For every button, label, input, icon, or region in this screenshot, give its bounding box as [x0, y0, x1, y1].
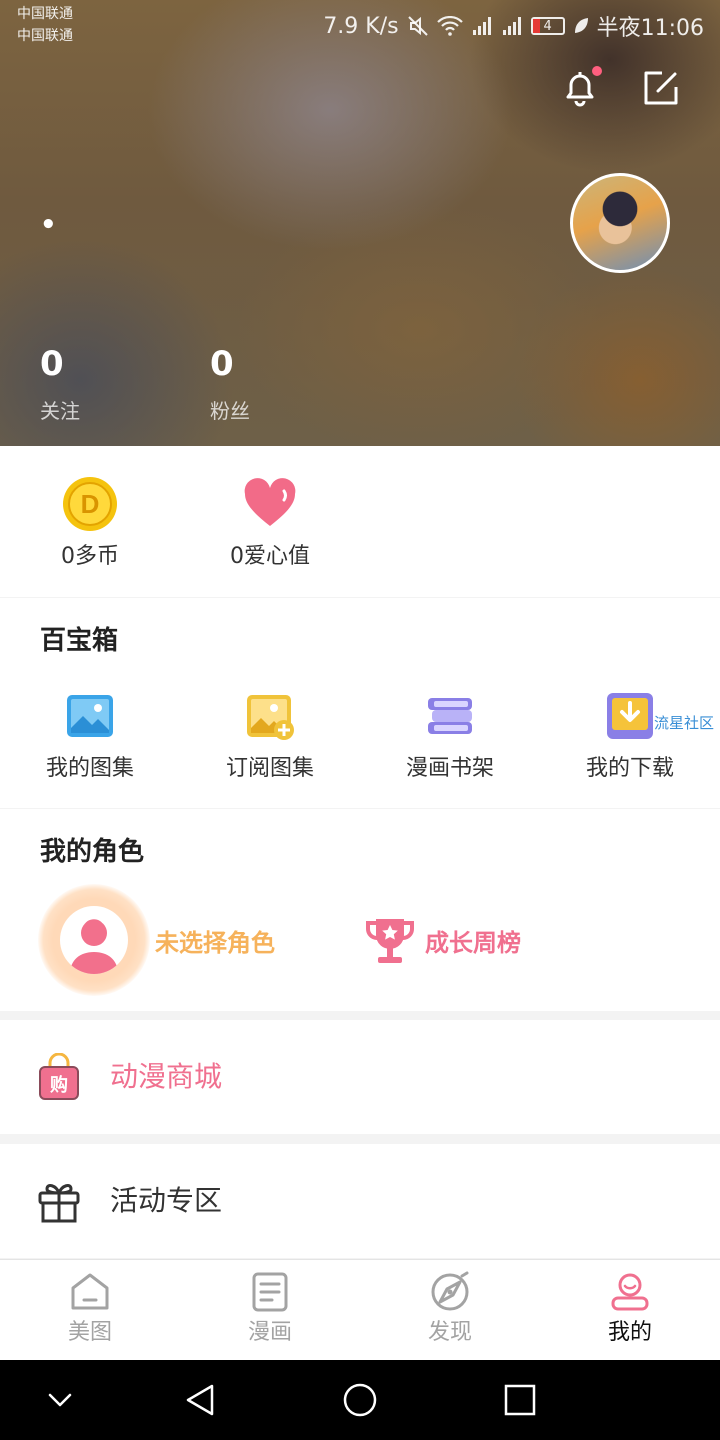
discover-icon — [428, 1270, 472, 1314]
role-avatar-icon[interactable] — [60, 906, 128, 974]
fans-count: 0 — [210, 344, 234, 384]
profile-icon — [608, 1270, 652, 1314]
nickname: • — [40, 210, 57, 240]
recent-apps-icon[interactable] — [500, 1380, 540, 1420]
trophy-icon[interactable] — [364, 913, 416, 969]
avatar[interactable] — [570, 173, 670, 273]
tab-discover-label: 发现 — [427, 1320, 472, 1345]
net-speed: 7.9 K/s — [323, 13, 399, 39]
comic-bookshelf-button[interactable]: 漫画书架 — [370, 690, 530, 784]
carrier-label: 中国联通 — [17, 6, 73, 22]
fans-stat[interactable]: 0 粉丝 — [210, 342, 250, 426]
my-downloads-button[interactable]: 我的下载 — [550, 690, 710, 784]
edit-profile-icon[interactable] — [638, 66, 682, 110]
following-stat[interactable]: 0 关注 — [40, 342, 80, 426]
my-roles-section: 我的角色 未选择角色 成长周榜 — [0, 809, 720, 1011]
back-icon[interactable] — [180, 1380, 220, 1420]
carrier-label-2: 中国联通 — [17, 28, 73, 44]
tab-meitu-label: 美图 — [67, 1320, 112, 1345]
shopping-bag-icon: 购 — [36, 1052, 82, 1101]
gallery-icon — [64, 690, 116, 742]
svg-text:D: D — [81, 489, 100, 519]
svg-text:购: 购 — [50, 1074, 68, 1096]
tab-discover[interactable]: 发现 — [360, 1260, 540, 1360]
my-downloads-label: 我的下载 — [585, 756, 674, 781]
growth-rank-label[interactable]: 成长周榜 — [425, 923, 521, 958]
coin-icon: D — [62, 476, 118, 532]
toolbox-section: 百宝箱 我的图集 订阅图集 漫画书架 我的下载 — [0, 598, 720, 808]
notification-dot — [592, 66, 602, 76]
system-nav-bar — [0, 1360, 720, 1440]
comic-bookshelf-label: 漫画书架 — [405, 756, 494, 781]
toolbox-title: 百宝箱 — [40, 626, 119, 656]
subscribe-gallery-label: 订阅图集 — [225, 756, 314, 781]
activity-zone-row[interactable]: 活动专区 — [0, 1144, 720, 1258]
coins-label: 0多币 — [61, 544, 119, 569]
bottom-tab-bar: 美图 漫画 发现 我的 — [0, 1259, 720, 1360]
wallet-section: D 0多币 0爱心值 — [0, 446, 720, 597]
profile-header: 中国联通 中国联通 7.9 K/s 4 半夜11:06 • 0 关注 0 粉丝 — [0, 0, 720, 446]
tab-mine[interactable]: 我的 — [540, 1260, 720, 1360]
coins-item[interactable]: D 0多币 — [20, 476, 160, 572]
following-label: 关注 — [40, 399, 80, 423]
heart-icon — [242, 476, 298, 532]
meteor-community-link[interactable]: 流星社区 — [654, 712, 714, 733]
signal-icon — [471, 17, 493, 35]
anime-shop-label: 动漫商城 — [110, 1060, 223, 1093]
home-icon — [68, 1270, 112, 1314]
battery-icon: 4 — [530, 17, 565, 35]
tab-comic[interactable]: 漫画 — [180, 1260, 360, 1360]
notification-bell-icon[interactable] — [558, 66, 602, 110]
leaf-icon — [574, 18, 588, 33]
subscribe-gallery-button[interactable]: 订阅图集 — [190, 690, 350, 784]
hearts-label: 0爱心值 — [230, 544, 310, 569]
anime-shop-row[interactable]: 购 动漫商城 — [0, 1020, 720, 1134]
my-gallery-label: 我的图集 — [45, 756, 134, 781]
download-icon — [604, 690, 656, 742]
signal-icon-2 — [501, 17, 523, 35]
activity-zone-label: 活动专区 — [110, 1184, 223, 1217]
no-role-label[interactable]: 未选择角色 — [155, 923, 275, 958]
collapse-icon[interactable] — [40, 1380, 80, 1420]
roles-title: 我的角色 — [40, 837, 145, 867]
my-gallery-button[interactable]: 我的图集 — [10, 690, 170, 784]
home-circle-icon[interactable] — [340, 1380, 380, 1420]
following-count: 0 — [40, 344, 64, 384]
hearts-item[interactable]: 0爱心值 — [200, 476, 340, 572]
tab-meitu[interactable]: 美图 — [0, 1260, 180, 1360]
mute-icon — [407, 16, 428, 36]
tab-mine-label: 我的 — [607, 1320, 652, 1345]
gift-icon — [36, 1177, 82, 1225]
wifi-icon — [436, 16, 463, 36]
status-bar: 中国联通 中国联通 7.9 K/s 4 半夜11:06 — [0, 0, 720, 50]
subscribe-gallery-icon — [244, 690, 296, 742]
fans-label: 粉丝 — [210, 399, 250, 423]
bookshelf-icon — [424, 690, 476, 742]
clock: 半夜11:06 — [596, 16, 704, 41]
comic-icon — [248, 1270, 292, 1314]
tab-comic-label: 漫画 — [247, 1320, 292, 1345]
